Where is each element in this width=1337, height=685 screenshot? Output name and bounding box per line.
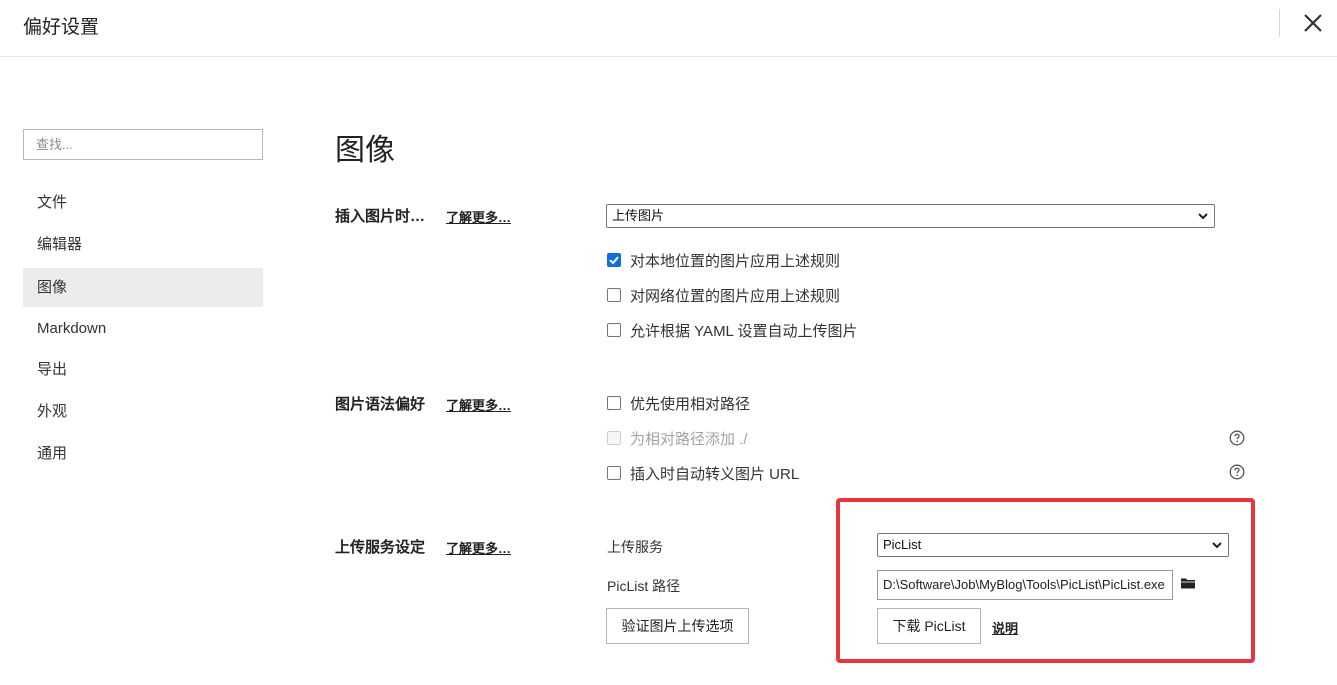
checkmark-icon <box>609 256 619 265</box>
yaml-upload-checkbox[interactable] <box>607 323 621 337</box>
option-yaml-upload[interactable]: 允许根据 YAML 设置自动上传图片 <box>607 320 858 340</box>
help-icon[interactable] <box>1229 430 1245 446</box>
upload-service-select[interactable]: PicList <box>877 533 1229 557</box>
escape-url-label: 插入时自动转义图片 URL <box>630 465 800 483</box>
local-images-checkbox[interactable] <box>607 253 621 267</box>
piclist-path-label: PicList 路径 <box>607 578 681 594</box>
search-input[interactable] <box>23 129 263 160</box>
sidebar-item-export[interactable]: 导出 <box>23 350 263 389</box>
add-dot-slash-checkbox <box>607 431 621 445</box>
add-dot-slash-label: 为相对路径添加 ./ <box>630 430 748 448</box>
sidebar-item-general[interactable]: 通用 <box>23 434 263 473</box>
option-add-dot-slash: 为相对路径添加 ./ <box>607 428 748 448</box>
sidebar-item-editor[interactable]: 编辑器 <box>23 225 263 264</box>
title-divider <box>1279 9 1280 37</box>
verify-upload-button[interactable]: 验证图片上传选项 <box>606 608 749 644</box>
relative-path-checkbox[interactable] <box>607 396 621 410</box>
chevron-down-icon <box>1198 213 1208 220</box>
yaml-upload-label: 允许根据 YAML 设置自动上传图片 <box>630 322 858 340</box>
sidebar-item-file[interactable]: 文件 <box>23 183 263 222</box>
insert-action-select[interactable]: 上传图片 <box>606 204 1215 228</box>
relative-path-label: 优先使用相对路径 <box>630 395 751 413</box>
option-network-images[interactable]: 对网络位置的图片应用上述规则 <box>607 285 840 305</box>
title-bar: 偏好设置 <box>0 0 1337 57</box>
network-images-checkbox[interactable] <box>607 288 621 302</box>
syntax-learn-more-link[interactable]: 了解更多… <box>446 395 511 414</box>
sidebar-item-markdown[interactable]: Markdown <box>23 309 263 348</box>
window-title: 偏好设置 <box>23 17 100 38</box>
upload-service-label: 上传服务 <box>607 539 663 555</box>
escape-url-checkbox[interactable] <box>607 466 621 480</box>
local-images-label: 对本地位置的图片应用上述规则 <box>630 252 841 270</box>
sidebar-item-image[interactable]: 图像 <box>23 268 263 307</box>
help-icon[interactable] <box>1229 464 1245 480</box>
network-images-label: 对网络位置的图片应用上述规则 <box>630 287 841 305</box>
chevron-down-icon <box>1212 542 1222 549</box>
upload-service-value: PicList <box>883 537 922 552</box>
insert-action-value: 上传图片 <box>612 208 665 223</box>
page-title: 图像 <box>335 134 395 167</box>
insert-section-label: 插入图片时… <box>335 208 426 225</box>
option-local-images[interactable]: 对本地位置的图片应用上述规则 <box>607 250 840 270</box>
insert-learn-more-link[interactable]: 了解更多… <box>446 207 511 226</box>
piclist-path-input[interactable]: D:\Software\Job\MyBlog\Tools\PicList\Pic… <box>877 570 1173 600</box>
close-button[interactable] <box>1298 8 1328 38</box>
close-icon <box>1304 14 1322 32</box>
syntax-section-label: 图片语法偏好 <box>335 396 426 413</box>
upload-section-label: 上传服务设定 <box>335 539 426 556</box>
doc-link[interactable]: 说明 <box>992 618 1018 637</box>
download-piclist-button[interactable]: 下载 PicList <box>877 608 981 644</box>
upload-learn-more-link[interactable]: 了解更多… <box>446 538 511 557</box>
sidebar-item-appearance[interactable]: 外观 <box>23 392 263 431</box>
folder-icon[interactable] <box>1180 576 1196 590</box>
option-escape-url[interactable]: 插入时自动转义图片 URL <box>607 463 799 483</box>
option-relative-path[interactable]: 优先使用相对路径 <box>607 393 750 413</box>
